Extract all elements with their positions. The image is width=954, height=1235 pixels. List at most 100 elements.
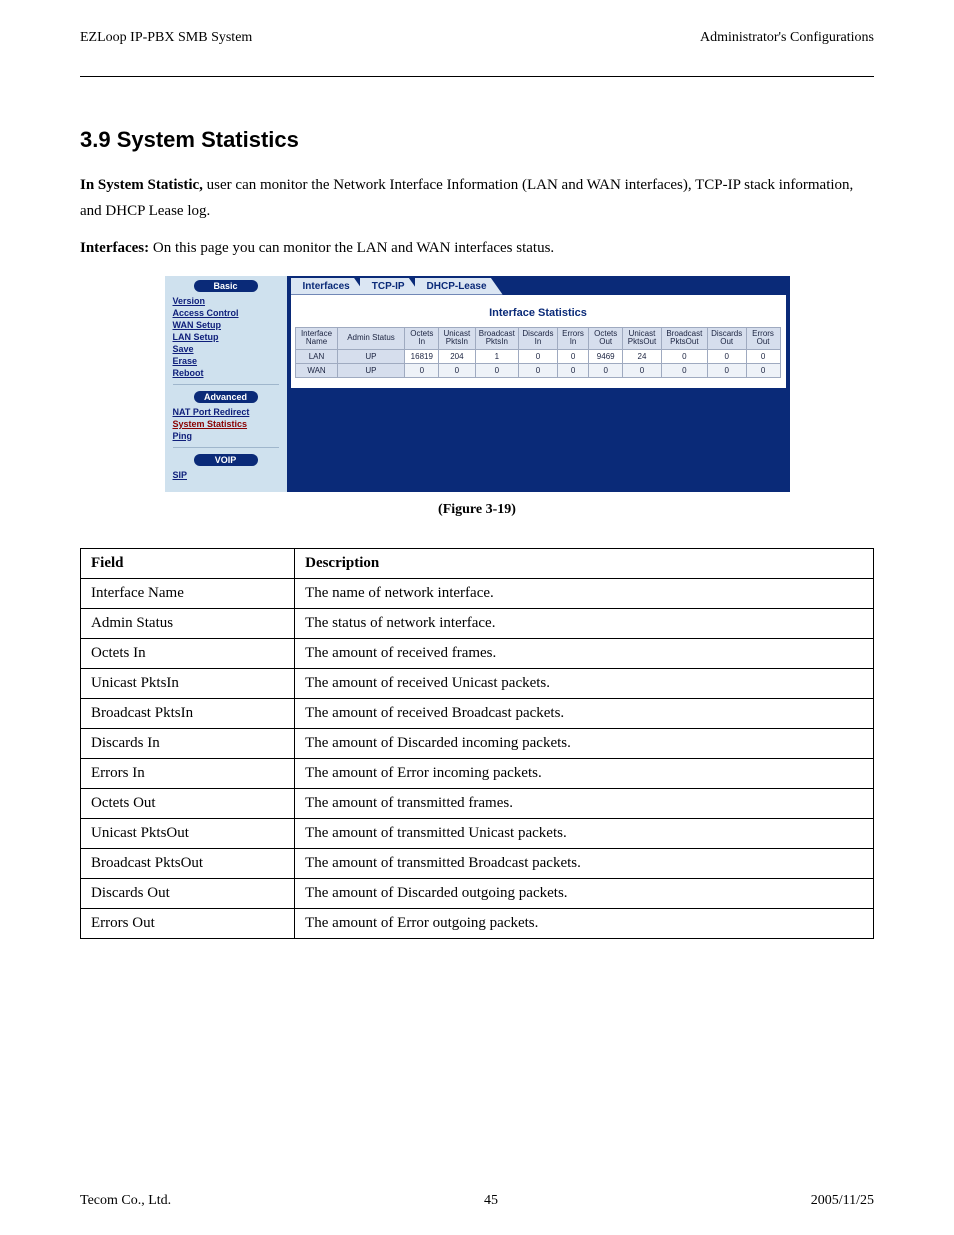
interfaces-paragraph: Interfaces: On this page you can monitor… bbox=[80, 236, 874, 262]
field-name-cell: Broadcast PktsIn bbox=[81, 698, 295, 728]
field-name-cell: Octets Out bbox=[81, 788, 295, 818]
cell: 0 bbox=[439, 364, 475, 378]
table-row: Discards InThe amount of Discarded incom… bbox=[81, 728, 874, 758]
intro-bold: In System Statistic, bbox=[80, 177, 203, 193]
sidebar-separator bbox=[173, 384, 279, 385]
field-name-cell: Unicast PktsOut bbox=[81, 818, 295, 848]
interfaces-title: Interfaces: bbox=[80, 240, 149, 256]
col-interface-name: Interface Name bbox=[296, 327, 337, 350]
sidebar-item-nat-port-redirect[interactable]: NAT Port Redirect bbox=[173, 407, 282, 417]
stats-panel: Interface Statistics Interface Name Admi… bbox=[291, 295, 786, 389]
cell: 0 bbox=[475, 364, 519, 378]
col-discards-out: Discards Out bbox=[707, 327, 746, 350]
cell: 0 bbox=[707, 364, 746, 378]
field-desc-cell: The amount of transmitted frames. bbox=[295, 788, 874, 818]
tab-tcp-ip[interactable]: TCP-IP bbox=[360, 278, 421, 295]
sidebar-item-save[interactable]: Save bbox=[173, 344, 282, 354]
col-discards-in: Discards In bbox=[519, 327, 558, 350]
table-row: Octets InThe amount of received frames. bbox=[81, 638, 874, 668]
section-heading: 3.9 System Statistics bbox=[80, 127, 874, 153]
figure-caption: (Figure 3-19) bbox=[80, 502, 874, 518]
footer-page-number: 45 bbox=[484, 1193, 498, 1209]
tab-dhcp-lease[interactable]: DHCP-Lease bbox=[415, 278, 503, 295]
table-row: Admin StatusThe status of network interf… bbox=[81, 608, 874, 638]
cell: 204 bbox=[439, 350, 475, 364]
field-desc-cell: The status of network interface. bbox=[295, 608, 874, 638]
cell: 1 bbox=[475, 350, 519, 364]
col-admin-status: Admin Status bbox=[337, 327, 405, 350]
cell: 0 bbox=[661, 350, 707, 364]
sidebar-item-system-statistics[interactable]: System Statistics bbox=[173, 419, 282, 429]
main-panel: Interfaces TCP-IP DHCP-Lease Interface S… bbox=[287, 276, 790, 492]
field-desc-cell: The amount of transmitted Broadcast pack… bbox=[295, 848, 874, 878]
table-row: Octets OutThe amount of transmitted fram… bbox=[81, 788, 874, 818]
table-row: Errors OutThe amount of Error outgoing p… bbox=[81, 908, 874, 938]
stats-row-wan: WAN UP 0 0 0 0 0 0 0 0 0 bbox=[296, 364, 780, 378]
table-row: Errors InThe amount of Error incoming pa… bbox=[81, 758, 874, 788]
cell: 0 bbox=[519, 350, 558, 364]
tab-interfaces[interactable]: Interfaces bbox=[291, 278, 366, 295]
cell: UP bbox=[337, 364, 405, 378]
col-broadcast-pktsin: Broadcast PktsIn bbox=[475, 327, 519, 350]
sidebar-item-ping[interactable]: Ping bbox=[173, 431, 282, 441]
field-desc-cell: The amount of Error outgoing packets. bbox=[295, 908, 874, 938]
cell: 0 bbox=[557, 350, 588, 364]
sidebar-header-advanced: Advanced bbox=[194, 391, 258, 403]
intro-paragraph: In System Statistic, user can monitor th… bbox=[80, 173, 874, 224]
cell: 0 bbox=[589, 364, 623, 378]
cell: 0 bbox=[661, 364, 707, 378]
field-desc-cell: The amount of Discarded incoming packets… bbox=[295, 728, 874, 758]
interfaces-desc: On this page you can monitor the LAN and… bbox=[149, 240, 554, 256]
fields-header-row: Field Description bbox=[81, 548, 874, 578]
fields-table: Field Description Interface NameThe name… bbox=[80, 548, 874, 939]
col-errors-out: Errors Out bbox=[746, 327, 780, 350]
sidebar-item-access-control[interactable]: Access Control bbox=[173, 308, 282, 318]
cell: 9469 bbox=[589, 350, 623, 364]
field-name-cell: Errors In bbox=[81, 758, 295, 788]
cell: 0 bbox=[746, 350, 780, 364]
table-row: Interface NameThe name of network interf… bbox=[81, 578, 874, 608]
field-name-cell: Errors Out bbox=[81, 908, 295, 938]
fields-header-field: Field bbox=[81, 548, 295, 578]
col-broadcast-pktsout: Broadcast PktsOut bbox=[661, 327, 707, 350]
sidebar-item-wan-setup[interactable]: WAN Setup bbox=[173, 320, 282, 330]
cell: 0 bbox=[707, 350, 746, 364]
sidebar-item-reboot[interactable]: Reboot bbox=[173, 368, 282, 378]
table-row: Broadcast PktsOutThe amount of transmitt… bbox=[81, 848, 874, 878]
field-desc-cell: The amount of Discarded outgoing packets… bbox=[295, 878, 874, 908]
field-name-cell: Discards Out bbox=[81, 878, 295, 908]
cell: 24 bbox=[623, 350, 662, 364]
cell: LAN bbox=[296, 350, 337, 364]
field-name-cell: Broadcast PktsOut bbox=[81, 848, 295, 878]
field-name-cell: Discards In bbox=[81, 728, 295, 758]
field-desc-cell: The amount of Error incoming packets. bbox=[295, 758, 874, 788]
table-row: Unicast PktsInThe amount of received Uni… bbox=[81, 668, 874, 698]
sidebar: Basic Version Access Control WAN Setup L… bbox=[165, 276, 287, 492]
col-errors-in: Errors In bbox=[557, 327, 588, 350]
field-desc-cell: The amount of received Broadcast packets… bbox=[295, 698, 874, 728]
field-name-cell: Admin Status bbox=[81, 608, 295, 638]
cell: 0 bbox=[623, 364, 662, 378]
field-desc-cell: The amount of transmitted Unicast packet… bbox=[295, 818, 874, 848]
footer-company: Tecom Co., Ltd. bbox=[80, 1193, 171, 1209]
field-desc-cell: The amount of received frames. bbox=[295, 638, 874, 668]
sidebar-item-lan-setup[interactable]: LAN Setup bbox=[173, 332, 282, 342]
table-row: Broadcast PktsInThe amount of received B… bbox=[81, 698, 874, 728]
cell: 16819 bbox=[405, 350, 439, 364]
figure-screenshot: Basic Version Access Control WAN Setup L… bbox=[165, 276, 790, 492]
col-octets-out: Octets Out bbox=[589, 327, 623, 350]
sidebar-item-sip[interactable]: SIP bbox=[173, 470, 282, 480]
sidebar-header-basic: Basic bbox=[194, 280, 258, 292]
field-desc-cell: The name of network interface. bbox=[295, 578, 874, 608]
sidebar-item-version[interactable]: Version bbox=[173, 296, 282, 306]
cell: 0 bbox=[557, 364, 588, 378]
cell: UP bbox=[337, 350, 405, 364]
cell: 0 bbox=[405, 364, 439, 378]
stats-table: Interface Name Admin Status Octets In Un… bbox=[295, 327, 780, 379]
cell: WAN bbox=[296, 364, 337, 378]
chapter-title: Administrator's Configurations bbox=[700, 30, 874, 46]
tab-row: Interfaces TCP-IP DHCP-Lease bbox=[287, 276, 790, 295]
cell: 0 bbox=[519, 364, 558, 378]
sidebar-item-erase[interactable]: Erase bbox=[173, 356, 282, 366]
header-rule bbox=[80, 76, 874, 77]
